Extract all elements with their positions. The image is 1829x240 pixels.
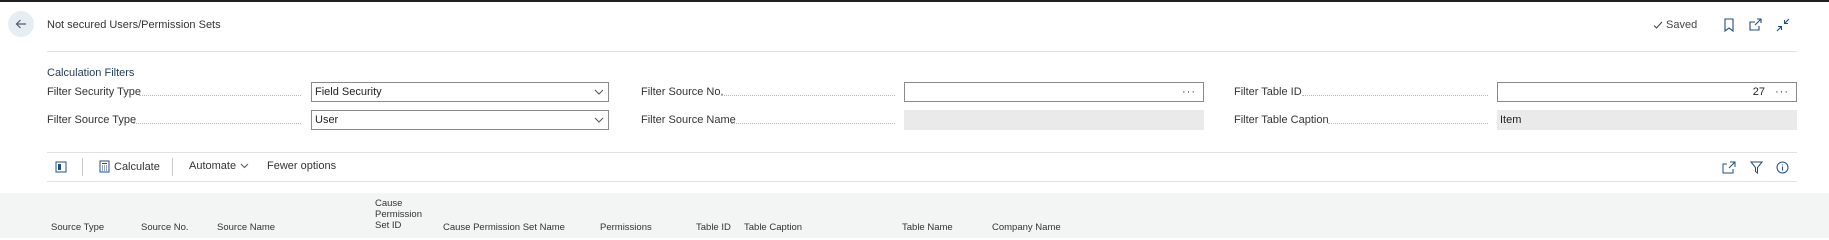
toolbar-separator <box>172 158 173 176</box>
filter-source-type-label: Filter Source Type <box>47 114 137 126</box>
column-header-source-name[interactable]: Source Name <box>217 222 275 233</box>
open-new-window-icon[interactable] <box>1747 17 1763 33</box>
column-header-line: Cause <box>375 198 403 209</box>
leader-dots <box>139 95 301 96</box>
show-factbox-icon[interactable] <box>53 159 69 175</box>
filter-table-id-field[interactable]: 27 ··· <box>1497 82 1797 102</box>
filter-table-id-label: Filter Table ID <box>1234 86 1302 98</box>
checkmark-icon <box>1653 21 1663 29</box>
filter-table-caption-value: Item <box>1500 114 1522 126</box>
filter-icon[interactable] <box>1748 159 1764 175</box>
filter-source-name-label: Filter Source Name <box>641 114 736 126</box>
lookup-ellipsis-icon[interactable]: ··· <box>1178 86 1200 98</box>
filter-source-type-value: User <box>315 114 339 126</box>
bookmark-icon[interactable] <box>1721 17 1737 33</box>
toolbar-bottom-divider <box>47 181 1797 182</box>
filter-source-no-field[interactable]: ··· <box>904 82 1204 102</box>
leader-dots <box>133 123 301 124</box>
filter-source-type-select[interactable]: User <box>311 110 609 130</box>
saved-status: Saved <box>1653 19 1697 31</box>
calculation-filters-title: Calculation Filters <box>47 67 135 79</box>
filter-security-type-select[interactable]: Field Security <box>311 82 609 102</box>
automate-label: Automate <box>189 160 237 172</box>
arrow-left-icon <box>15 19 26 29</box>
calculator-icon <box>99 160 110 173</box>
column-header-line: Permission <box>375 209 422 220</box>
top-border <box>0 0 1829 2</box>
calculate-button[interactable]: Calculate <box>99 160 160 173</box>
column-header-source-type[interactable]: Source Type <box>51 222 104 233</box>
filter-table-caption-label: Filter Table Caption <box>1234 114 1329 126</box>
page-title: Not secured Users/Permission Sets <box>47 19 221 31</box>
automate-menu[interactable]: Automate <box>189 160 249 172</box>
filter-table-id-value: 27 <box>1752 86 1765 98</box>
header-divider <box>47 51 1797 52</box>
column-header-line: Set ID <box>375 220 402 231</box>
collapse-icon[interactable] <box>1775 17 1791 33</box>
back-button[interactable] <box>8 11 34 37</box>
info-icon[interactable] <box>1774 159 1790 175</box>
column-header-table-id[interactable]: Table ID <box>696 222 731 233</box>
lookup-ellipsis-icon[interactable]: ··· <box>1771 86 1793 98</box>
leader-dots <box>721 95 895 96</box>
toolbar-separator <box>82 158 83 176</box>
leader-dots <box>1302 95 1488 96</box>
column-header-source-no[interactable]: Source No. <box>141 222 189 233</box>
saved-label: Saved <box>1666 19 1698 31</box>
filter-source-no-label: Filter Source No. <box>641 86 724 98</box>
chevron-down-icon <box>593 114 605 126</box>
column-header-cause-permission-set-name[interactable]: Cause Permission Set Name <box>443 222 565 233</box>
filter-security-type-value: Field Security <box>315 86 382 98</box>
filter-source-name-field <box>904 110 1204 130</box>
column-header-table-name[interactable]: Table Name <box>902 222 953 233</box>
column-header-permissions[interactable]: Permissions <box>600 222 652 233</box>
share-icon[interactable] <box>1721 159 1737 175</box>
column-header-table-caption[interactable]: Table Caption <box>744 222 802 233</box>
leader-dots <box>731 123 895 124</box>
chevron-down-icon <box>240 163 249 169</box>
column-header-cause-permission-set-id[interactable]: Cause Permission Set ID <box>375 198 422 231</box>
fewer-options-label: Fewer options <box>267 160 337 172</box>
filter-security-type-label: Filter Security Type <box>47 86 141 98</box>
filter-table-caption-field: Item <box>1497 110 1797 130</box>
calculate-label: Calculate <box>114 160 160 173</box>
toolbar-top-divider <box>47 152 1797 153</box>
leader-dots <box>1328 123 1488 124</box>
column-header-company-name[interactable]: Company Name <box>992 222 1061 233</box>
chevron-down-icon <box>593 86 605 98</box>
fewer-options-button[interactable]: Fewer options <box>267 160 336 172</box>
